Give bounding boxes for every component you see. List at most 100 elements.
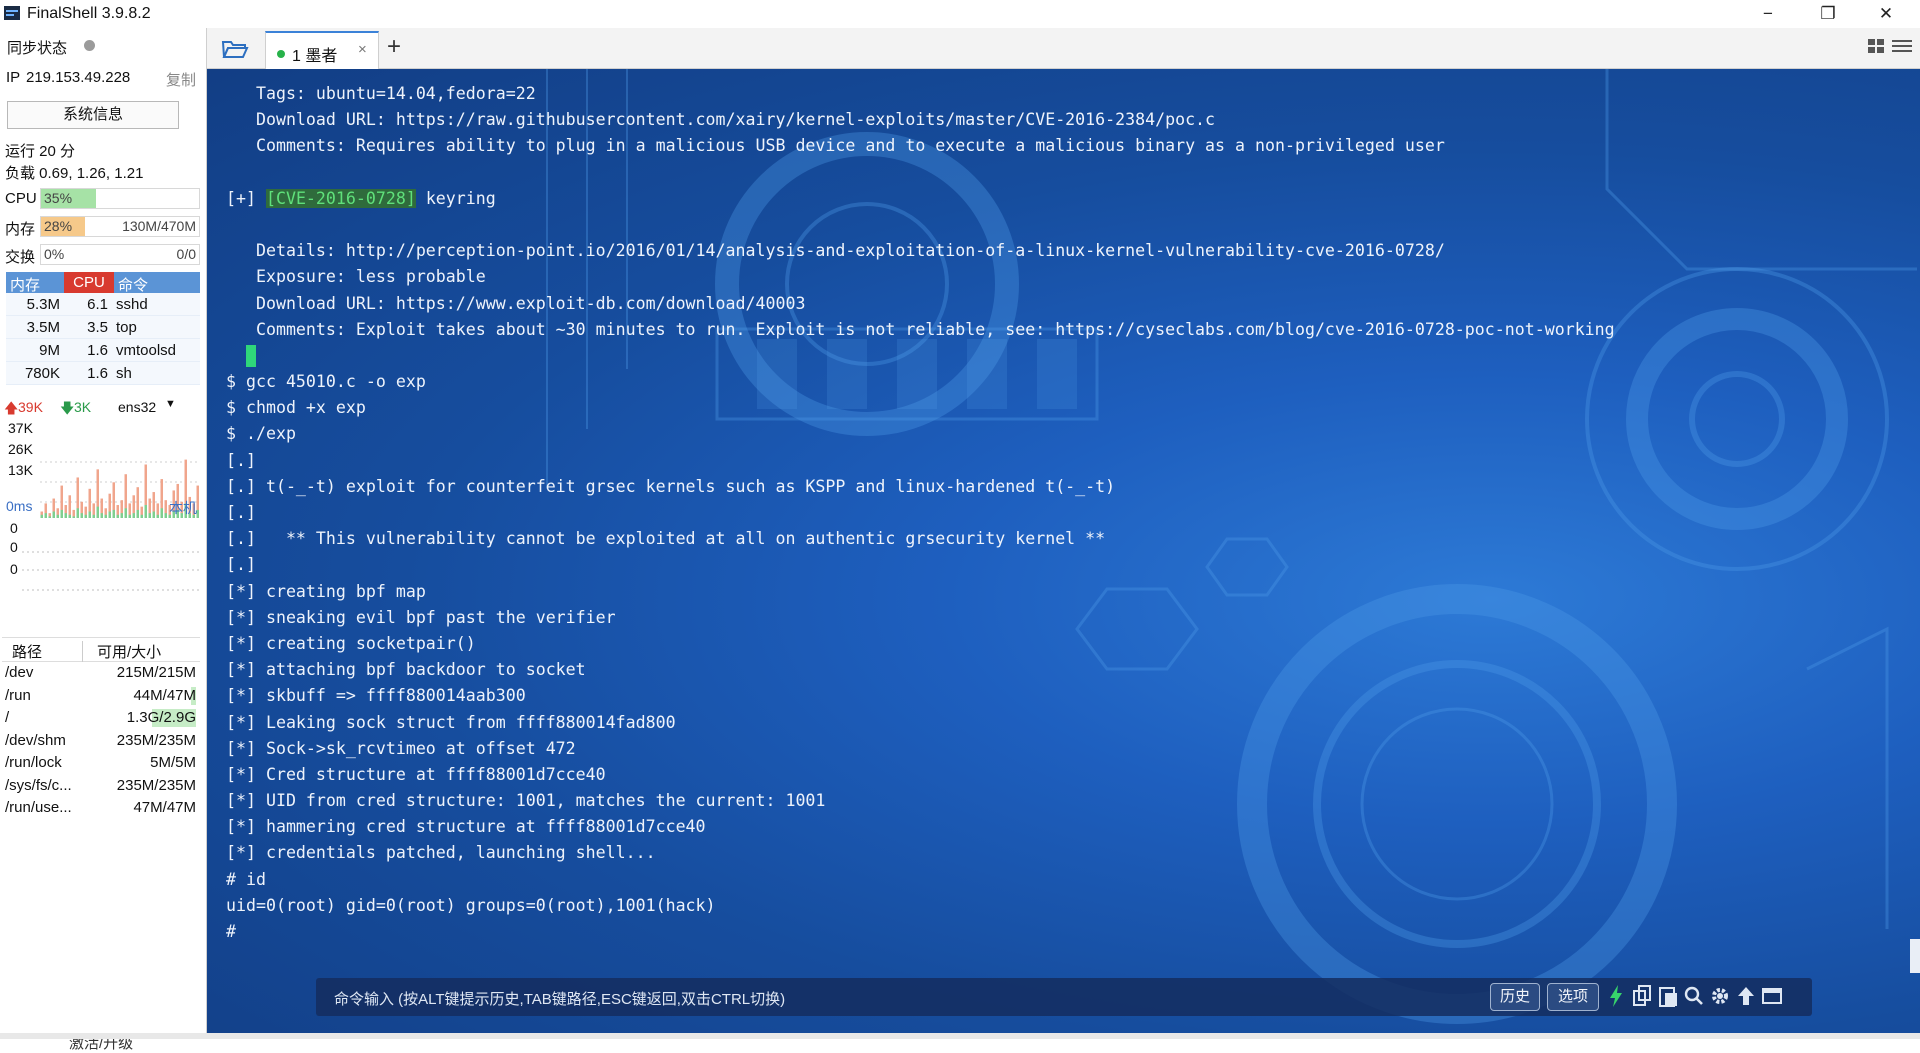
network-down-bar (88, 511, 91, 518)
maximize-button[interactable]: ❐ (1800, 0, 1856, 28)
copy-ip-link[interactable]: 复制 (166, 69, 196, 90)
lightning-icon[interactable] (1608, 985, 1624, 1007)
process-mem: 3.5M (26, 319, 60, 336)
process-cpu: 3.5 (87, 319, 108, 336)
command-input-bar[interactable]: 命令输入 (按ALT键提示历史,TAB键路径,ESC键返回,双击CTRL切换) … (316, 978, 1812, 1016)
copy-icon[interactable] (1633, 985, 1653, 1007)
swap-usage: 0/0 (176, 246, 196, 262)
process-mem: 780K (24, 365, 60, 382)
connection-status-dot (277, 50, 285, 58)
history-button[interactable]: 历史 (1490, 983, 1540, 1011)
swap-meter: 0% 0/0 (40, 244, 200, 265)
network-down-bar (160, 508, 163, 518)
terminal-line: [*] creating socketpair() (226, 633, 476, 653)
disk-size: 215M/215M (116, 664, 196, 681)
process-row[interactable]: 780K 1.6 sh (6, 362, 200, 385)
process-cpu: 1.6 (87, 365, 108, 382)
terminal-line: # id (226, 869, 266, 889)
terminal-line: [*] sneaking evil bpf past the verifier (226, 607, 616, 627)
minimize-button[interactable]: − (1740, 0, 1796, 28)
network-down-bar (136, 509, 139, 518)
layout-icon[interactable] (1868, 37, 1914, 57)
terminal-line: [*] Leaking sock struct from ffff880014f… (226, 712, 676, 732)
network-down-bar (112, 509, 115, 518)
disk-row[interactable]: /sys/fs/c... 235M/235M (2, 775, 200, 798)
process-header-cpu[interactable]: CPU (64, 272, 114, 293)
ping-axis-label: 0 (10, 520, 18, 536)
disk-row[interactable]: /run/lock 5M/5M (2, 752, 200, 775)
ping-host-select[interactable]: 本机 (169, 498, 197, 518)
finalshell-logo-icon (4, 6, 20, 20)
paste-icon[interactable] (1659, 985, 1679, 1007)
network-interface-select[interactable]: ens32 (118, 399, 156, 415)
cpu-meter: 35% (40, 188, 200, 209)
disk-row[interactable]: /run/use... 47M/47M (2, 797, 200, 820)
disk-path: /dev (5, 664, 34, 681)
terminal[interactable]: Tags: ubuntu=14.04,fedora=22 Download UR… (207, 69, 1920, 1033)
uptime-text: 运行 20 分 (5, 143, 76, 160)
download-arrow-icon: 🡇 (60, 400, 75, 416)
disk-row[interactable]: /run 44M/47M (2, 685, 200, 708)
search-icon[interactable] (1684, 985, 1704, 1007)
terminal-line: [*] Sock->sk_rcvtimeo at offset 472 (226, 738, 576, 758)
terminal-line: [*] creating bpf map (226, 581, 426, 601)
sidebar: 同步状态 IP 219.153.49.228 复制 系统信息 运行 20 分 负… (0, 28, 207, 1052)
terminal-line: [*] Cred structure at ffff88001d7cce40 (226, 764, 606, 784)
network-down-bar (156, 514, 159, 518)
gear-icon[interactable] (1709, 985, 1731, 1007)
window-icon[interactable] (1761, 985, 1783, 1007)
network-down-bar (132, 513, 135, 518)
add-tab-button[interactable]: + (387, 33, 401, 61)
ip-address: 219.153.49.228 (26, 69, 131, 86)
network-up-speed: 39K (18, 399, 43, 415)
disk-path: / (5, 709, 10, 726)
disk-size: 1.3G/2.9G (126, 709, 196, 726)
tab-close-icon[interactable]: × (358, 41, 367, 58)
swap-label: 交换 (5, 249, 36, 266)
system-info-button[interactable]: 系统信息 (7, 101, 179, 129)
terminal-line: [.] (226, 450, 256, 470)
process-row[interactable]: 5.3M 6.1 sshd (6, 293, 200, 316)
cve-highlight: [CVE-2016-0728] (265, 188, 416, 208)
disk-row[interactable]: /dev 215M/215M (2, 662, 200, 685)
process-cpu: 6.1 (87, 296, 108, 313)
disk-row[interactable]: / 1.3G/2.9G (2, 707, 200, 730)
close-button[interactable]: ✕ (1858, 0, 1914, 28)
disk-header-size[interactable]: 可用/大小 (82, 641, 161, 662)
process-header-command[interactable]: 命令 (118, 274, 148, 295)
sync-status-label: 同步状态 (7, 40, 68, 57)
disk-table: 路径 可用/大小 /dev 215M/215M/run 44M/47M / 1.3G/2… (2, 637, 200, 820)
terminal-scrollbar-thumb[interactable] (1910, 939, 1920, 973)
upload-icon[interactable] (1736, 985, 1756, 1007)
terminal-line: Comments: Requires ability to plug in a … (226, 136, 1445, 156)
memory-label: 内存 (5, 221, 36, 238)
process-command: vmtoolsd (116, 342, 177, 359)
terminal-line: Comments: Exploit takes about ~30 minute… (226, 319, 1615, 339)
process-header-mem[interactable]: 内存 (10, 274, 40, 295)
load-average-text: 负载 0.69, 1.26, 1.21 (5, 165, 144, 182)
process-mem: 9M (39, 342, 60, 359)
network-down-bar (164, 513, 167, 518)
disk-size: 235M/235M (116, 776, 196, 794)
disk-row[interactable]: /dev/shm 235M/235M (2, 730, 200, 753)
tab-session-1[interactable]: 1 墨者 × (265, 31, 379, 70)
chevron-down-icon[interactable]: ▼ (165, 398, 176, 410)
command-input-hint[interactable]: 命令输入 (按ALT键提示历史,TAB键路径,ESC键返回,双击CTRL切换) (334, 988, 785, 1009)
terminal-line: [.] ** This vulnerability cannot be expl… (226, 529, 1106, 549)
process-row[interactable]: 3.5M 3.5 top (6, 316, 200, 339)
process-row[interactable]: 9M 1.6 vmtoolsd (6, 339, 200, 362)
terminal-output: Tags: ubuntu=14.04,fedora=22 Download UR… (226, 81, 1615, 945)
network-down-bar (108, 511, 111, 518)
folder-open-icon[interactable] (221, 38, 249, 60)
disk-header-path[interactable]: 路径 (12, 641, 42, 662)
options-button[interactable]: 选项 (1547, 983, 1599, 1011)
title-bar: FinalShell 3.9.8.2 − ❐ ✕ (0, 0, 1920, 28)
network-down-bar (152, 511, 155, 518)
memory-meter: 28% 130M/470M (40, 216, 200, 237)
sync-status-dot (84, 40, 95, 51)
network-down-bar (140, 514, 143, 518)
terminal-line: Tags: ubuntu=14.04,fedora=22 (226, 84, 536, 103)
tab-bar: 1 墨者 × + (207, 28, 1920, 70)
bottom-border (0, 1033, 1920, 1039)
